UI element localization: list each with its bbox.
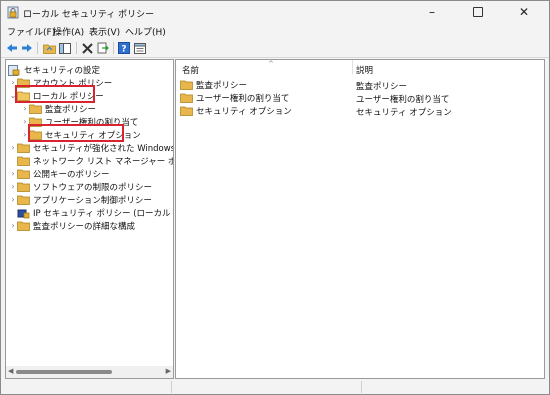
menu-action[interactable]: 操作(A) <box>53 25 84 38</box>
up-folder-button[interactable] <box>42 41 56 55</box>
menu-help[interactable]: ヘルプ(H) <box>125 25 166 38</box>
tree-item-app-control[interactable]: › アプリケーション制御ポリシー <box>9 193 152 206</box>
security-settings-icon <box>8 64 21 76</box>
minimize-icon: – <box>429 5 435 19</box>
tree-item-label: IP セキュリティ ポリシー (ローカル コンピューター <box>33 208 173 219</box>
chevron-right-icon[interactable]: › <box>9 169 17 178</box>
menu-view[interactable]: 表示(V) <box>89 25 120 38</box>
show-hide-tree-button[interactable] <box>58 41 72 55</box>
list-item-desc: セキュリティ オプション <box>356 108 452 118</box>
svg-text:?: ? <box>121 45 126 55</box>
folder-icon <box>17 143 30 153</box>
chevron-right-icon[interactable]: › <box>21 104 29 113</box>
folder-icon <box>17 169 30 179</box>
highlight-security-options <box>28 124 124 142</box>
list-item-desc: 監査ポリシー <box>356 82 408 92</box>
folder-icon <box>180 80 193 90</box>
title-bar: ローカル セキュリティ ポリシー – ✕ <box>1 1 549 25</box>
tree-item-label: 公開キーのポリシー <box>33 169 110 180</box>
minimize-button[interactable]: – <box>409 1 455 23</box>
list-item[interactable]: セキュリティ オプション <box>180 104 292 117</box>
back-arrow-icon <box>7 44 17 52</box>
tree-item-label: 監査ポリシー <box>45 104 97 115</box>
tree-item-windows-defender-firewall[interactable]: › セキュリティが強化された Windows Defen <box>9 141 174 154</box>
folder-icon <box>29 104 42 114</box>
close-icon: ✕ <box>518 5 530 19</box>
highlight-local-policy <box>15 85 95 103</box>
menu-bar: ファイル(F) 操作(A) 表示(V) ヘルプ(H) <box>1 23 549 39</box>
scroll-right-icon[interactable]: ▶ <box>166 367 171 375</box>
properties-button[interactable] <box>133 41 147 55</box>
help-icon: ? <box>118 42 130 54</box>
menu-file[interactable]: ファイル(F) <box>7 25 55 38</box>
back-button[interactable] <box>5 41 19 55</box>
delete-x-icon <box>81 42 93 54</box>
list-item[interactable]: 監査ポリシー <box>180 78 247 91</box>
export-icon <box>97 42 109 54</box>
folder-icon <box>180 106 193 116</box>
tree-item-label: アプリケーション制御ポリシー <box>33 195 152 206</box>
folder-icon <box>17 221 30 231</box>
status-bar <box>1 379 549 394</box>
tree-item-network-list[interactable]: ネットワーク リスト マネージャー ポリシー <box>9 154 173 167</box>
tree-root-label: セキュリティの設定 <box>24 65 100 76</box>
tree-horizontal-scrollbar[interactable]: ◀ ▶ <box>6 366 173 378</box>
tree-pane: セキュリティの設定 › アカウント ポリシー ⌄ ローカル ポリシー › 監査ポ… <box>5 59 174 379</box>
tree-item-label: ネットワーク リスト マネージャー ポリシー <box>33 156 173 167</box>
tree-pane-icon <box>59 42 71 54</box>
folder-icon <box>17 182 30 192</box>
delete-button[interactable] <box>80 41 94 55</box>
properties-icon <box>134 42 146 54</box>
folder-icon <box>17 156 30 166</box>
ip-security-icon <box>17 208 30 218</box>
tree-root[interactable]: セキュリティの設定 <box>8 63 100 76</box>
list-pane: 名前 説明 ^ 監査ポリシー 監査ポリシー ユーザー権利の割り当て ユーザー権利… <box>175 59 545 379</box>
folder-icon <box>180 93 193 103</box>
tree-item-label: ソフトウェアの制限のポリシー <box>33 182 153 193</box>
chevron-right-icon[interactable]: › <box>9 195 17 204</box>
tree-item-label: セキュリティが強化された Windows Defen <box>33 143 174 154</box>
app-window: ローカル セキュリティ ポリシー – ✕ ファイル(F) 操作(A) 表示(V)… <box>0 0 550 395</box>
tree-item-advanced-audit[interactable]: › 監査ポリシーの詳細な構成 <box>9 219 135 232</box>
list-item-name: ユーザー権利の割り当て <box>196 93 290 104</box>
export-list-button[interactable] <box>96 41 110 55</box>
forward-button[interactable] <box>20 41 34 55</box>
tree-item-audit-policy[interactable]: › 監査ポリシー <box>21 102 96 115</box>
scroll-left-icon[interactable]: ◀ <box>8 367 13 375</box>
column-divider[interactable] <box>352 60 353 74</box>
tree-item-public-key[interactable]: › 公開キーのポリシー <box>9 167 110 180</box>
tree-item-ip-security[interactable]: IP セキュリティ ポリシー (ローカル コンピューター <box>9 206 173 219</box>
list-item-desc: ユーザー権利の割り当て <box>356 95 450 105</box>
forward-arrow-icon <box>22 44 32 52</box>
column-header-description[interactable]: 説明 <box>356 64 373 76</box>
chevron-right-icon[interactable]: › <box>9 182 17 191</box>
tree-item-software-restriction[interactable]: › ソフトウェアの制限のポリシー <box>9 180 152 193</box>
sort-indicator-icon: ^ <box>268 60 274 68</box>
toolbar: ? <box>1 39 549 58</box>
chevron-right-icon[interactable]: › <box>9 143 17 152</box>
list-item-name: 監査ポリシー <box>196 80 248 91</box>
maximize-button[interactable] <box>455 1 501 23</box>
scroll-thumb[interactable] <box>16 370 112 374</box>
maximize-icon <box>473 7 483 17</box>
column-header-name[interactable]: 名前 <box>182 64 199 76</box>
folder-up-icon <box>42 44 56 54</box>
list-item[interactable]: ユーザー権利の割り当て <box>180 91 289 104</box>
window-title: ローカル セキュリティ ポリシー <box>23 10 155 20</box>
help-button[interactable]: ? <box>117 41 131 55</box>
list-item-name: セキュリティ オプション <box>196 106 292 117</box>
security-policy-app-icon <box>7 6 19 19</box>
close-button[interactable]: ✕ <box>501 1 547 23</box>
chevron-right-icon[interactable]: › <box>9 221 17 230</box>
tree-item-label: 監査ポリシーの詳細な構成 <box>33 221 136 232</box>
folder-icon <box>17 195 30 205</box>
